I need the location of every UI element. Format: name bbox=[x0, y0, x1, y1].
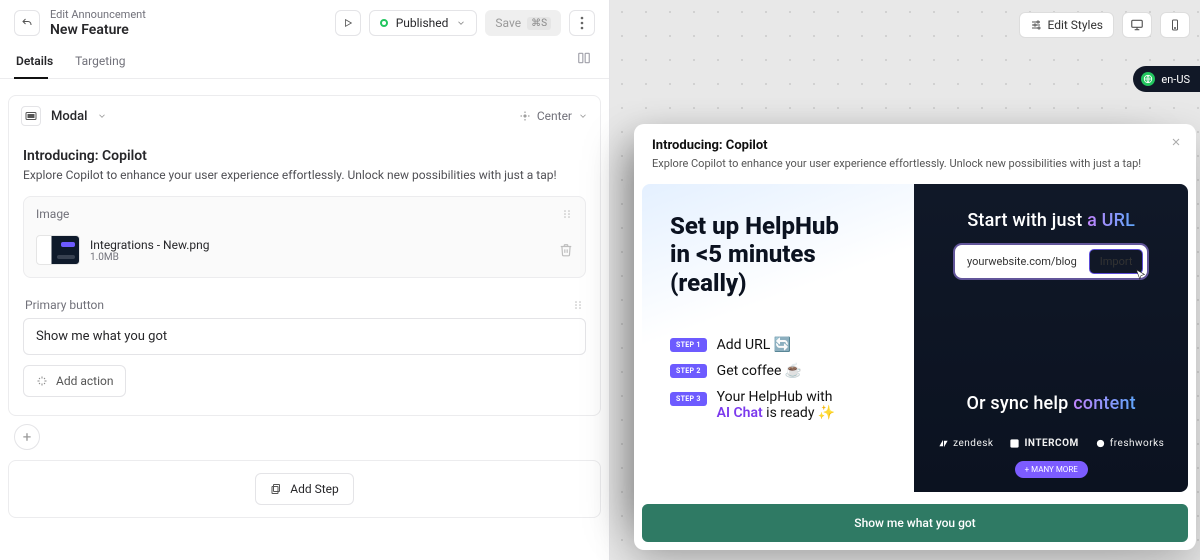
sparkle-icon bbox=[36, 375, 48, 387]
editor-body: Modal Center Introducing: Copilot Explor… bbox=[0, 79, 609, 528]
layout-columns-icon bbox=[577, 51, 591, 65]
intercom-icon bbox=[1009, 438, 1020, 449]
hero-right-subtitle: Or sync help content bbox=[967, 393, 1136, 414]
url-input-mock: yourwebsite.com/blog Import bbox=[955, 245, 1147, 278]
status-pill[interactable]: Published bbox=[369, 10, 478, 36]
status-label: Published bbox=[396, 16, 449, 30]
layout-toggle-button[interactable] bbox=[573, 47, 595, 69]
hero-step-3: STEP 3 Your HelpHub with AI Chat is read… bbox=[670, 389, 898, 421]
more-button[interactable] bbox=[569, 10, 595, 36]
mobile-preview-button[interactable] bbox=[1160, 12, 1190, 38]
block-title: Introducing: Copilot bbox=[23, 148, 586, 164]
image-section-label: Image bbox=[36, 207, 69, 221]
block-align-label[interactable]: Center bbox=[537, 109, 572, 123]
many-more-badge: + MANY MORE bbox=[1015, 461, 1088, 478]
cursor-icon bbox=[1134, 267, 1148, 283]
tab-details[interactable]: Details bbox=[14, 44, 55, 78]
primary-button-label: Primary button bbox=[25, 298, 104, 312]
hero-step-2: STEP 2 Get coffee ☕ bbox=[670, 363, 898, 379]
freshworks-icon bbox=[1095, 438, 1106, 449]
drag-handle-icon[interactable] bbox=[561, 208, 573, 220]
add-action-button[interactable]: Add action bbox=[23, 365, 126, 397]
modal-type-icon bbox=[21, 106, 41, 126]
preview-hero-image: Set up HelpHub in <5 minutes (really) ST… bbox=[642, 184, 1188, 492]
hero-right-title: Start with just a URL bbox=[967, 210, 1135, 231]
import-button-mock: Import bbox=[1089, 249, 1144, 274]
canvas-toolbar: Edit Styles bbox=[1019, 12, 1191, 38]
tab-targeting[interactable]: Targeting bbox=[73, 44, 127, 78]
preview-modal: Introducing: Copilot Explore Copilot to … bbox=[634, 124, 1196, 550]
add-step-button[interactable]: Add Step bbox=[255, 473, 354, 505]
drag-handle-icon[interactable] bbox=[572, 299, 584, 311]
chevron-down-icon bbox=[456, 18, 466, 28]
pages-icon bbox=[270, 483, 282, 495]
undo-icon bbox=[21, 17, 33, 29]
close-button[interactable] bbox=[1170, 136, 1182, 148]
status-dot-icon bbox=[380, 19, 388, 27]
play-icon bbox=[343, 18, 353, 28]
url-placeholder: yourwebsite.com/blog bbox=[967, 255, 1077, 268]
save-button: Save ⌘S bbox=[485, 10, 561, 36]
hero-step-1: STEP 1 Add URL 🔄 bbox=[670, 337, 898, 353]
chevron-down-icon bbox=[578, 111, 588, 121]
preview-title: Introducing: Copilot bbox=[652, 138, 1178, 153]
locale-pill[interactable]: en-US bbox=[1133, 66, 1200, 92]
primary-button-input[interactable] bbox=[23, 318, 586, 355]
primary-button-section: Primary button Add action bbox=[23, 288, 586, 401]
block-type-label[interactable]: Modal bbox=[51, 109, 87, 124]
zendesk-icon bbox=[938, 438, 949, 449]
preview-canvas: Edit Styles en-US Introducing: Copilot E… bbox=[610, 0, 1200, 560]
step-card: Modal Center Introducing: Copilot Explor… bbox=[8, 95, 601, 416]
hero-steps: STEP 1 Add URL 🔄 STEP 2 Get coffee ☕ STE… bbox=[670, 337, 898, 421]
add-block-button[interactable]: + bbox=[14, 424, 40, 450]
dots-vertical-icon bbox=[580, 16, 584, 30]
breadcrumb: Edit Announcement bbox=[50, 8, 146, 21]
globe-icon bbox=[1141, 72, 1155, 86]
back-button[interactable] bbox=[14, 10, 40, 36]
editor-header: Edit Announcement New Feature Published … bbox=[0, 0, 609, 44]
integration-logos: zendesk INTERCOM freshworks bbox=[938, 438, 1164, 449]
preview-cta-button[interactable]: Show me what you got bbox=[642, 504, 1188, 542]
phone-icon bbox=[1169, 18, 1181, 32]
logo-zendesk: zendesk bbox=[938, 438, 993, 449]
block-subtitle: Explore Copilot to enhance your user exp… bbox=[23, 168, 586, 182]
close-icon bbox=[1170, 136, 1182, 148]
sliders-icon bbox=[1030, 19, 1042, 31]
chevron-down-icon bbox=[97, 111, 107, 121]
logo-freshworks: freshworks bbox=[1095, 438, 1165, 449]
preview-play-button[interactable] bbox=[335, 10, 361, 36]
trash-icon bbox=[559, 243, 573, 257]
tabs: Details Targeting bbox=[0, 44, 609, 79]
desktop-preview-button[interactable] bbox=[1122, 12, 1152, 38]
image-thumbnail bbox=[36, 235, 80, 265]
image-file-name: Integrations - New.png bbox=[90, 238, 210, 252]
preview-desc: Explore Copilot to enhance your user exp… bbox=[652, 157, 1178, 170]
save-kbd: ⌘S bbox=[527, 17, 551, 30]
edit-styles-button[interactable]: Edit Styles bbox=[1019, 12, 1115, 38]
image-section: Image Integrations - New.png 1.0MB bbox=[23, 196, 586, 278]
locale-label: en-US bbox=[1161, 73, 1190, 86]
delete-image-button[interactable] bbox=[559, 243, 573, 257]
add-step-card: Add Step bbox=[8, 460, 601, 518]
page-title: New Feature bbox=[50, 22, 146, 38]
image-file-row: Integrations - New.png 1.0MB bbox=[24, 231, 585, 277]
align-center-icon bbox=[519, 110, 531, 122]
hero-headline: Set up HelpHub in <5 minutes (really) bbox=[670, 212, 898, 297]
monitor-icon bbox=[1130, 18, 1144, 32]
editor-panel: Edit Announcement New Feature Published … bbox=[0, 0, 610, 560]
image-file-size: 1.0MB bbox=[90, 252, 210, 263]
logo-intercom: INTERCOM bbox=[1009, 438, 1078, 449]
